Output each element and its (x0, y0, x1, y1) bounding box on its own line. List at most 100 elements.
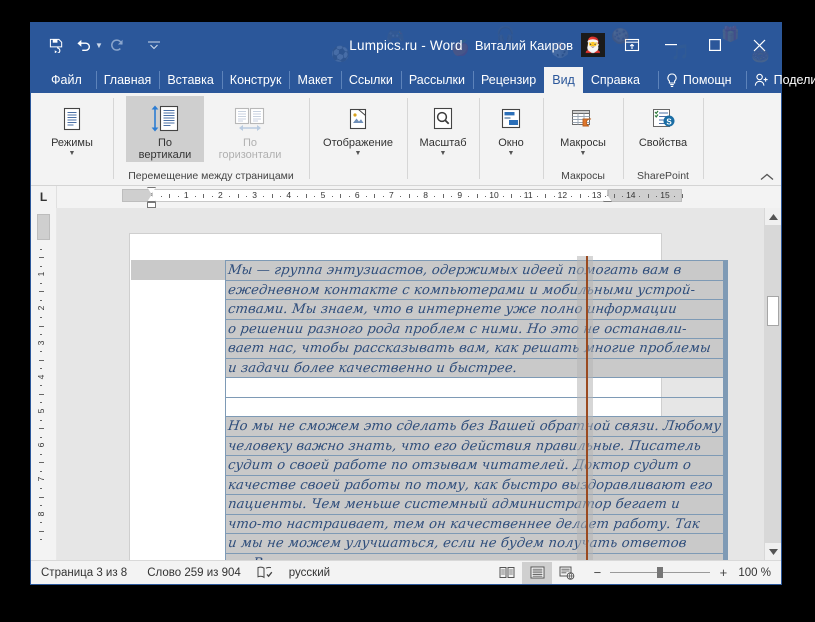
tab-insert[interactable]: Вставка (159, 67, 221, 93)
tab-home[interactable]: Главная (96, 67, 160, 93)
empty-cell[interactable] (727, 456, 728, 476)
zoom-level[interactable]: 100 % (738, 567, 781, 579)
properties-button[interactable]: S Свойства (626, 96, 700, 149)
table-row[interactable]: Но мы не сможем это сделать без Вашей об… (226, 417, 728, 437)
zoom-button[interactable]: Масштаб ▼ (410, 96, 476, 157)
scrollbar-track[interactable] (765, 225, 781, 543)
tab-tellme[interactable]: Помощн (658, 67, 740, 93)
text-cell[interactable] (226, 397, 724, 417)
text-cell[interactable]: и задачи более качественно и быстрее. (226, 358, 724, 378)
tab-help[interactable]: Справка (583, 67, 648, 93)
table-row[interactable]: пациенты. Чем меньше системный администр… (226, 495, 728, 515)
empty-cell[interactable] (727, 378, 728, 398)
empty-cell[interactable] (727, 280, 728, 300)
save-icon[interactable] (43, 32, 69, 58)
show-button[interactable]: Отображение ▼ (312, 96, 404, 157)
empty-cell[interactable] (727, 417, 728, 437)
horizontal-ruler[interactable]: 123456789101112131415 (57, 186, 781, 208)
views-button[interactable]: Режимы ▼ (39, 96, 105, 157)
empty-cell[interactable] (727, 261, 728, 281)
table-row[interactable]: ежедневном контакте с компьютерами и моб… (226, 280, 728, 300)
collapse-ribbon-icon[interactable] (760, 173, 774, 181)
table-row[interactable]: и мы не можем улучшаться, если не будем … (226, 534, 728, 554)
table-row[interactable]: судит о своей работе по отзывам читателе… (226, 456, 728, 476)
table-row[interactable]: ствами. Мы знаем, что в интернете уже по… (226, 300, 728, 320)
zoom-slider-track[interactable] (610, 572, 710, 573)
scroll-vertical-button[interactable]: По вертикали (126, 96, 204, 162)
tab-references[interactable]: Ссылки (341, 67, 401, 93)
minimize-button[interactable] (649, 23, 693, 67)
text-cell[interactable]: человеку важно знать, что его действия п… (226, 436, 724, 456)
account-name[interactable]: Виталий Каиров (475, 38, 573, 53)
macros-button[interactable]: Макросы ▼ (546, 96, 620, 157)
empty-cell[interactable] (727, 358, 728, 378)
zoom-out-button[interactable]: − (590, 565, 604, 580)
window-button[interactable]: Окно ▼ (478, 96, 544, 157)
avatar[interactable]: 🎅 (581, 33, 605, 57)
share-button[interactable]: Поделиться (746, 67, 815, 93)
tab-mailings[interactable]: Рассылки (401, 67, 473, 93)
scroll-up-icon[interactable] (765, 208, 781, 225)
empty-cell[interactable] (727, 319, 728, 339)
proofing-icon[interactable] (251, 566, 279, 579)
window-dropdown-icon[interactable]: ▼ (508, 150, 515, 157)
table-row[interactable]: вает нас, чтобы рассказывать вам, как ре… (226, 339, 728, 359)
zoom-dropdown-icon[interactable]: ▼ (440, 150, 447, 157)
language-indicator[interactable]: русский (279, 567, 340, 579)
tab-design[interactable]: Конструк (222, 67, 290, 93)
text-cell[interactable]: Мы — группа энтузиастов, одержимых идеей… (226, 261, 724, 281)
text-cell[interactable]: пациенты. Чем меньше системный администр… (226, 495, 724, 515)
text-cell[interactable]: что-то настраивает, тем он качественнее … (226, 514, 724, 534)
page-indicator[interactable]: Страница 3 из 8 (31, 567, 137, 579)
empty-cell[interactable] (727, 397, 728, 417)
undo-icon[interactable] (71, 32, 97, 58)
document-table[interactable]: Мы — группа энтузиастов, одержимых идеей… (225, 260, 728, 560)
text-cell[interactable]: и мы не можем улучшаться, если не будем … (226, 534, 724, 554)
customize-qat-icon[interactable] (141, 32, 167, 58)
empty-cell[interactable] (727, 495, 728, 515)
text-cell[interactable]: о решении разного рода проблем с ними. Н… (226, 319, 724, 339)
zoom-slider-thumb[interactable] (657, 567, 663, 578)
close-button[interactable] (737, 23, 781, 67)
vertical-scrollbar[interactable] (764, 208, 781, 560)
web-layout-icon[interactable] (552, 562, 582, 584)
ribbon-display-options-icon[interactable] (615, 23, 649, 67)
table-row[interactable] (226, 397, 728, 417)
macros-dropdown-icon[interactable]: ▼ (580, 150, 587, 157)
empty-cell[interactable] (727, 514, 728, 534)
table-row[interactable]: Мы — группа энтузиастов, одержимых идеей… (226, 261, 728, 281)
table-row[interactable]: от Вас. (226, 553, 728, 560)
table-row[interactable]: качестве своей работы по тому, как быстр… (226, 475, 728, 495)
empty-cell[interactable] (727, 436, 728, 456)
text-cell[interactable]: от Вас. (226, 553, 724, 560)
document-canvas[interactable]: Мы — группа энтузиастов, одержимых идеей… (57, 208, 781, 560)
table-row[interactable]: о решении разного рода проблем с ними. Н… (226, 319, 728, 339)
table-row[interactable]: и задачи более качественно и быстрее. (226, 358, 728, 378)
document-page[interactable]: Мы — группа энтузиастов, одержимых идеей… (129, 233, 662, 560)
views-dropdown-icon[interactable]: ▼ (69, 150, 76, 157)
scrollbar-thumb[interactable] (767, 296, 779, 326)
scroll-down-icon[interactable] (765, 543, 781, 560)
tab-layout[interactable]: Макет (289, 67, 340, 93)
table-row[interactable]: что-то настраивает, тем он качественнее … (226, 514, 728, 534)
text-cell[interactable]: судит о своей работе по отзывам читателе… (226, 456, 724, 476)
text-cell[interactable] (226, 378, 724, 398)
vertical-ruler[interactable]: 12345678 (31, 208, 57, 560)
table-column-divider[interactable] (586, 256, 588, 560)
empty-cell[interactable] (727, 475, 728, 495)
text-cell[interactable]: Но мы не сможем это сделать без Вашей об… (226, 417, 724, 437)
word-count[interactable]: Слово 259 из 904 (137, 567, 251, 579)
empty-cell[interactable] (727, 553, 728, 560)
maximize-button[interactable] (693, 23, 737, 67)
table-row[interactable]: человеку важно знать, что его действия п… (226, 436, 728, 456)
show-dropdown-icon[interactable]: ▼ (355, 150, 362, 157)
text-cell[interactable]: вает нас, чтобы рассказывать вам, как ре… (226, 339, 724, 359)
text-grid[interactable]: Мы — группа энтузиастов, одержимых идеей… (225, 260, 728, 560)
read-mode-icon[interactable] (492, 562, 522, 584)
text-cell[interactable]: ствами. Мы знаем, что в интернете уже по… (226, 300, 724, 320)
text-cell[interactable]: качестве своей работы по тому, как быстр… (226, 475, 724, 495)
empty-cell[interactable] (727, 534, 728, 554)
table-row[interactable] (226, 378, 728, 398)
print-layout-icon[interactable] (522, 562, 552, 584)
text-cell[interactable]: ежедневном контакте с компьютерами и моб… (226, 280, 724, 300)
